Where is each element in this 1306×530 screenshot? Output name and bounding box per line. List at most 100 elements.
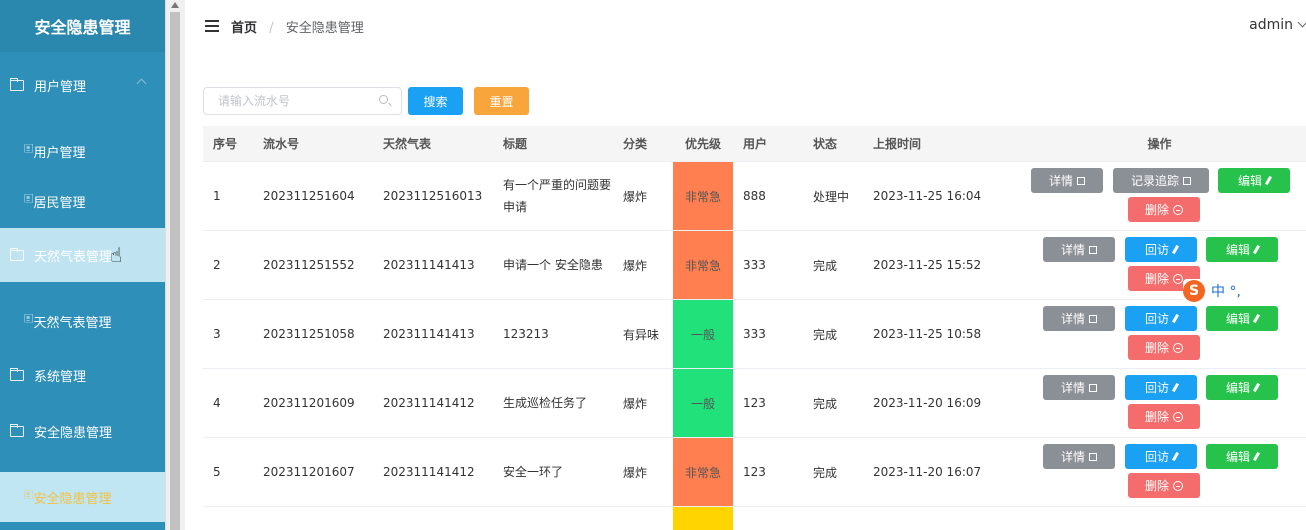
breadcrumb-separator: / bbox=[269, 21, 274, 36]
remove-icon bbox=[1173, 273, 1183, 284]
folder-icon bbox=[10, 247, 24, 261]
delete-button[interactable]: 删除 bbox=[1128, 197, 1200, 222]
cell-pri: 一般 bbox=[673, 369, 733, 437]
document-icon bbox=[1077, 176, 1085, 185]
search-button[interactable]: 搜索 bbox=[408, 87, 463, 115]
detail-button[interactable]: 详情 bbox=[1043, 306, 1115, 331]
scrollbar[interactable] bbox=[165, 0, 185, 530]
menu-item-hazard-mgmt[interactable]: 🗉 安全隐患管理 bbox=[0, 472, 165, 522]
user-menu[interactable]: admin bbox=[1249, 17, 1306, 33]
col-header: 操作 bbox=[1147, 137, 1172, 151]
delete-button[interactable]: 删除 bbox=[1128, 335, 1200, 360]
edit-icon bbox=[1252, 313, 1261, 324]
scrollbar-thumb[interactable] bbox=[170, 12, 180, 530]
cell-idx: 5 bbox=[213, 465, 221, 479]
cell-cat: 爆炸 bbox=[623, 465, 648, 480]
col-header: 标题 bbox=[503, 136, 528, 151]
sidebar: 安全隐患管理 用户管理 🗉 用户管理 🗉 居民管理 天然气表管理 🗉 天然气表管… bbox=[0, 0, 165, 530]
revisit-button[interactable]: 回访 bbox=[1125, 306, 1197, 331]
delete-button[interactable]: 删除 bbox=[1128, 473, 1200, 498]
cell-cat: 有异味 bbox=[623, 327, 660, 342]
cell-wx: 202311141413 bbox=[383, 258, 475, 272]
op-label: 回访 bbox=[1144, 381, 1169, 395]
op-label: 编辑 bbox=[1237, 174, 1262, 188]
edit-button[interactable]: 编辑 bbox=[1218, 168, 1290, 193]
cell-cat: 爆炸 bbox=[623, 189, 648, 204]
menu-label: 居民管理 bbox=[33, 195, 86, 211]
detail-button[interactable]: 详情 bbox=[1031, 168, 1103, 193]
revisit-button[interactable]: 回访 bbox=[1125, 375, 1197, 400]
op-label: 详情 bbox=[1048, 174, 1073, 188]
cell-sn: 202311251058 bbox=[263, 327, 355, 341]
remove-icon bbox=[1173, 480, 1183, 491]
breadcrumb-home[interactable]: 首页 bbox=[231, 21, 257, 36]
op-label: 编辑 bbox=[1225, 243, 1250, 257]
ime-logo-icon: S bbox=[1183, 280, 1205, 302]
edit-button[interactable]: 编辑 bbox=[1206, 237, 1278, 262]
cell-time: 2023-11-20 16:07 bbox=[873, 465, 982, 479]
table-row bbox=[203, 507, 1306, 530]
menu-label: 用户管理 bbox=[34, 79, 87, 95]
cell-status: 完成 bbox=[813, 327, 838, 342]
cell-status: 完成 bbox=[813, 465, 838, 480]
menu-hazard[interactable]: 安全隐患管理 bbox=[0, 404, 165, 458]
menu-item-resident-mgmt[interactable]: 🗉 居民管理 bbox=[0, 176, 165, 226]
col-header: 优先级 bbox=[684, 137, 721, 151]
cell-sn: 202311201607 bbox=[263, 465, 355, 479]
op-label: 编辑 bbox=[1225, 381, 1250, 395]
breadcrumb: 首页 / 安全隐患管理 bbox=[231, 17, 364, 36]
op-label: 回访 bbox=[1144, 243, 1169, 257]
cell-pri bbox=[673, 507, 733, 530]
menu-weather[interactable]: 天然气表管理 bbox=[0, 228, 165, 282]
op-label: 详情 bbox=[1060, 312, 1085, 326]
serial-search-input[interactable] bbox=[203, 87, 402, 115]
delete-button[interactable]: 删除 bbox=[1128, 404, 1200, 429]
col-header: 上报时间 bbox=[873, 137, 922, 151]
revisit-button[interactable]: 回访 bbox=[1125, 444, 1197, 469]
detail-button[interactable]: 详情 bbox=[1043, 375, 1115, 400]
menu-label: 用户管理 bbox=[33, 145, 86, 161]
reset-button[interactable]: 重置 bbox=[474, 87, 529, 115]
op-label: 详情 bbox=[1060, 450, 1085, 464]
cell-ops: 详情 回访 编辑删除 bbox=[1013, 369, 1306, 437]
table-row: 4 202311201609 202311141412 生成巡检任务了 爆炸 一般 123 完… bbox=[203, 369, 1306, 438]
menu-user-mgmt[interactable]: 用户管理 bbox=[0, 58, 165, 112]
track-record-button[interactable]: 记录追踪 bbox=[1113, 168, 1209, 193]
col-header: 天然气表 bbox=[383, 137, 432, 151]
detail-button[interactable]: 详情 bbox=[1043, 237, 1115, 262]
menu-label: 安全隐患管理 bbox=[33, 491, 112, 507]
menu-toggle-icon[interactable] bbox=[205, 20, 219, 35]
cell-user: 123 bbox=[743, 396, 766, 410]
ime-toolbar[interactable]: S 中 °, bbox=[1183, 279, 1306, 303]
table-header: 序号 流水号 天然气表 标题 分类 优先级 用户 状态 上报时间 操作 bbox=[203, 126, 1306, 162]
cell-idx: 1 bbox=[213, 189, 221, 203]
document-icon bbox=[1183, 176, 1191, 185]
menu-item-prefix: 🗉 bbox=[24, 142, 34, 157]
scroll-up-icon[interactable] bbox=[171, 2, 179, 8]
table-row: 1 202311251604 2023112516013 有一个严重的问题要申请 爆炸 非… bbox=[203, 162, 1306, 231]
cell-cat: 爆炸 bbox=[623, 396, 648, 411]
table-row: 5 202311201607 202311141412 安全一环了 爆炸 非常急 123 完成… bbox=[203, 438, 1306, 507]
table-row: 2 202311251552 202311141413 申请一个 安全隐患 爆炸 非常急 3… bbox=[203, 231, 1306, 300]
menu-item-prefix: 🗉 bbox=[24, 312, 34, 327]
menu-label: 天然气表管理 bbox=[33, 315, 112, 331]
edit-icon bbox=[1171, 313, 1180, 324]
folder-icon bbox=[10, 77, 24, 91]
menu-item-prefix: 🗉 bbox=[24, 192, 34, 207]
edit-button[interactable]: 编辑 bbox=[1206, 375, 1278, 400]
cell-time: 2023-11-25 15:52 bbox=[873, 258, 982, 272]
cell-sn: 202311251552 bbox=[263, 258, 355, 272]
revisit-button[interactable]: 回访 bbox=[1125, 237, 1197, 262]
mouse-pointer-icon: ☝ bbox=[110, 243, 123, 267]
menu-item-user-mgmt[interactable]: 🗉 用户管理 bbox=[0, 126, 165, 176]
detail-button[interactable]: 详情 bbox=[1043, 444, 1115, 469]
cell-title: 生成巡检任务了 bbox=[503, 396, 588, 410]
edit-button[interactable]: 编辑 bbox=[1206, 444, 1278, 469]
edit-icon bbox=[1252, 382, 1261, 393]
menu-item-weather-mgmt[interactable]: 🗉 天然气表管理 bbox=[0, 296, 165, 346]
cell-pri: 一般 bbox=[673, 300, 733, 368]
edit-button[interactable]: 编辑 bbox=[1206, 306, 1278, 331]
menu-system[interactable]: 系统管理 bbox=[0, 348, 165, 402]
op-label: 编辑 bbox=[1225, 450, 1250, 464]
cell-title: 有一个严重的问题要申请 bbox=[503, 178, 612, 214]
